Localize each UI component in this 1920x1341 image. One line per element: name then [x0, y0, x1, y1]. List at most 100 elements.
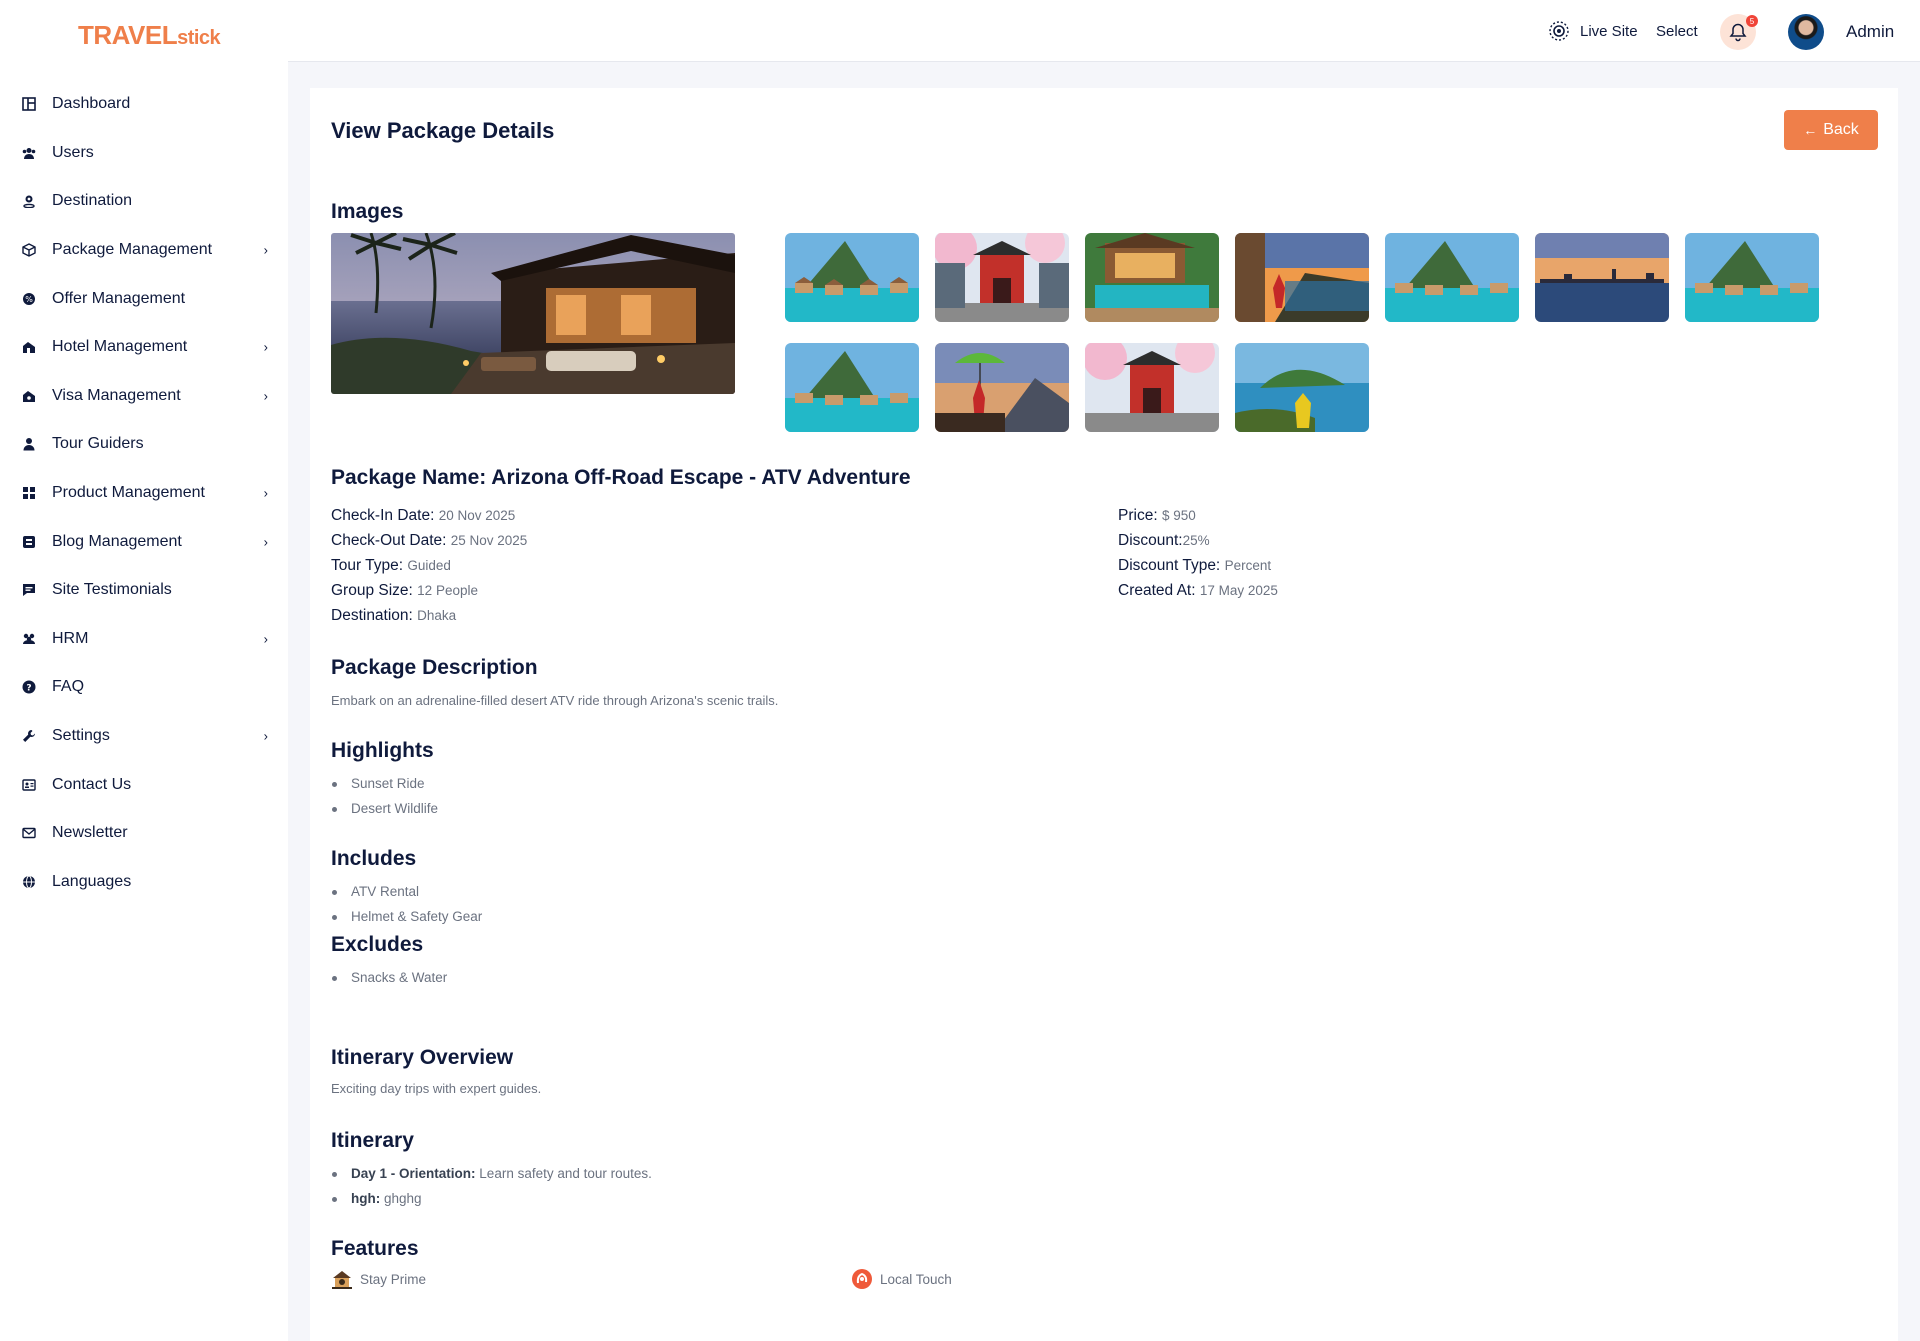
grid-icon — [22, 486, 36, 500]
back-button-label: Back — [1823, 121, 1859, 138]
destination: Destination: Dhaka — [331, 607, 457, 624]
sidebar-item-label: Offer Management — [52, 289, 186, 307]
gallery-thumbnail[interactable] — [1085, 343, 1219, 432]
language-select[interactable]: Select — [1656, 23, 1698, 40]
local-touch-icon — [851, 1268, 873, 1290]
check-in-date: Check-In Date: 20 Nov 2025 — [331, 507, 516, 524]
sidebar-item-label: Dashboard — [52, 95, 131, 113]
offer-icon: % — [22, 292, 36, 306]
sidebar-item-package-management[interactable]: Package Management › — [0, 226, 288, 275]
chevron-right-icon: › — [263, 339, 268, 355]
description-title: Package Description — [331, 656, 538, 679]
brand-logo[interactable]: TRAVELstick — [78, 20, 221, 51]
notification-badge: 5 — [1746, 15, 1758, 27]
sidebar-item-site-testimonials[interactable]: Site Testimonials — [0, 566, 288, 615]
sidebar-item-label: Visa Management — [52, 386, 181, 404]
gallery-thumbnail[interactable] — [785, 343, 919, 432]
list-item: ATV Rental — [331, 879, 482, 904]
sidebar-item-label: Blog Management — [52, 532, 182, 550]
back-button[interactable]: ← Back — [1784, 110, 1878, 150]
sidebar-item-hotel-management[interactable]: Hotel Management › — [0, 323, 288, 372]
users-icon — [22, 146, 36, 160]
gallery-thumbnail[interactable] — [785, 233, 919, 322]
sidebar-item-label: Newsletter — [52, 824, 128, 842]
images-title: Images — [331, 200, 404, 223]
gallery-thumbnail[interactable] — [1685, 233, 1819, 322]
sidebar-item-languages[interactable]: Languages — [0, 858, 288, 907]
sidebar-item-visa-management[interactable]: Visa Management › — [0, 372, 288, 421]
sidebar-item-blog-management[interactable]: Blog Management › — [0, 517, 288, 566]
sidebar-item-settings[interactable]: Settings › — [0, 712, 288, 761]
mail-icon — [22, 826, 36, 840]
sidebar-item-label: Site Testimonials — [52, 581, 172, 599]
notification-button[interactable]: 5 — [1720, 14, 1758, 50]
sidebar-item-offer-management[interactable]: % Offer Management — [0, 274, 288, 323]
chevron-right-icon: › — [263, 242, 268, 258]
list-item: Helmet & Safety Gear — [331, 904, 482, 929]
feature-local-touch: Local Touch — [851, 1268, 952, 1290]
gallery-thumbnail[interactable] — [935, 233, 1069, 322]
sidebar-nav: Dashboard Users Destination Package Mana… — [0, 80, 288, 906]
wrench-icon — [22, 729, 36, 743]
chevron-right-icon: › — [263, 534, 268, 550]
sidebar-item-contact-us[interactable]: Contact Us — [0, 760, 288, 809]
gallery-thumbnail[interactable] — [1235, 233, 1369, 322]
live-site-label: Live Site — [1580, 22, 1638, 40]
dashboard-icon — [22, 97, 36, 112]
sidebar-item-label: Contact Us — [52, 775, 132, 793]
discount-type: Discount Type: Percent — [1118, 557, 1272, 574]
top-header: Live Site Select 5 Admin — [288, 0, 1920, 62]
excludes-list: Snacks & Water — [331, 965, 447, 990]
arrow-left-icon: ← — [1803, 122, 1818, 138]
group-size: Group Size: 12 People — [331, 582, 478, 599]
sidebar: TRAVELstick Dashboard Users Destination … — [0, 0, 288, 1341]
package-description: Embark on an adrenaline-filled desert AT… — [331, 693, 779, 708]
sidebar-item-hrm[interactable]: HRM › — [0, 615, 288, 664]
list-item: Sunset Ride — [331, 771, 438, 796]
map-pin-icon — [22, 194, 36, 209]
price: Price: $ 950 — [1118, 507, 1196, 524]
sidebar-item-dashboard[interactable]: Dashboard — [0, 80, 288, 129]
highlights-list: Sunset Ride Desert Wildlife — [331, 771, 438, 821]
sidebar-item-tour-guiders[interactable]: Tour Guiders — [0, 420, 288, 469]
chevron-right-icon: › — [263, 388, 268, 404]
list-item: Desert Wildlife — [331, 796, 438, 821]
hotel-icon — [22, 340, 36, 354]
admin-menu[interactable]: Admin — [1846, 22, 1894, 42]
sidebar-item-label: Hotel Management — [52, 338, 188, 356]
sidebar-item-label: Product Management — [52, 484, 205, 502]
list-item: Snacks & Water — [331, 965, 447, 990]
created-at: Created At: 17 May 2025 — [1118, 582, 1278, 599]
main-package-image[interactable] — [331, 233, 735, 394]
bell-icon — [1729, 23, 1747, 42]
chevron-right-icon: › — [263, 631, 268, 647]
package-details-card: View Package Details ← Back Images Packa… — [310, 88, 1898, 1341]
sidebar-item-users[interactable]: Users — [0, 129, 288, 178]
sidebar-item-label: Tour Guiders — [52, 435, 144, 453]
sidebar-item-product-management[interactable]: Product Management › — [0, 469, 288, 518]
check-out-date: Check-Out Date: 25 Nov 2025 — [331, 532, 528, 549]
sidebar-item-faq[interactable]: ? FAQ — [0, 663, 288, 712]
live-site-link[interactable]: Live Site — [1548, 20, 1638, 42]
gallery-thumbnail[interactable] — [1385, 233, 1519, 322]
gallery-thumbnail[interactable] — [935, 343, 1069, 432]
svg-text:%: % — [25, 295, 33, 304]
itinerary-title: Itinerary — [331, 1129, 414, 1152]
includes-list: ATV Rental Helmet & Safety Gear — [331, 879, 482, 929]
gallery-thumbnail[interactable] — [1535, 233, 1669, 322]
excludes-title: Excludes — [331, 933, 424, 956]
gallery-thumbnail[interactable] — [1235, 343, 1369, 432]
sidebar-item-destination[interactable]: Destination — [0, 177, 288, 226]
chat-icon — [22, 583, 36, 597]
itinerary-overview-title: Itinerary Overview — [331, 1046, 514, 1069]
chevron-right-icon: › — [263, 728, 268, 744]
gallery-thumbnail[interactable] — [1085, 233, 1219, 322]
sidebar-item-label: Languages — [52, 872, 132, 890]
house-icon — [331, 1268, 353, 1290]
avatar[interactable] — [1788, 14, 1824, 50]
sidebar-item-newsletter[interactable]: Newsletter — [0, 809, 288, 858]
page-title: View Package Details — [331, 118, 555, 143]
highlights-title: Highlights — [331, 739, 434, 762]
features-title: Features — [331, 1237, 419, 1260]
visa-icon — [22, 389, 36, 403]
